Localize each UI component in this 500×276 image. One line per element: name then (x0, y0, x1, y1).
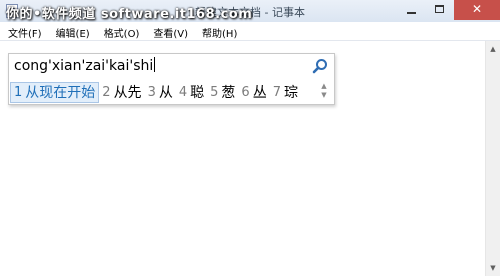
candidate-number: 6 (241, 84, 250, 100)
close-button[interactable]: ✕ (454, 0, 500, 20)
menu-help[interactable]: 帮助(H) (194, 22, 243, 40)
text-caret (154, 57, 156, 72)
menu-edit[interactable]: 编辑(E) (48, 22, 96, 40)
candidate-item[interactable]: 6丛 (238, 82, 269, 103)
ime-pinyin-input: cong'xian'zai'kai'shi (14, 57, 156, 74)
candidate-text: 从现在开始 (25, 85, 96, 101)
menu-bar: 文件(F) 编辑(E) 格式(O) 查看(V) 帮助(H) (0, 22, 500, 41)
candidate-number: 5 (210, 84, 219, 100)
candidate-text: 丛 (252, 85, 267, 101)
scroll-down-arrow-icon[interactable]: ▼ (486, 260, 500, 276)
candidate-item[interactable]: 5葱 (207, 82, 238, 103)
candidate-number: 1 (14, 84, 23, 100)
candidate-text: 琮 (283, 85, 298, 101)
maximize-button[interactable] (426, 0, 454, 20)
window-controls: ✕ (398, 0, 500, 21)
page-up-icon[interactable]: ▲ (320, 82, 328, 91)
candidate-text: 从先 (113, 85, 142, 101)
candidate-item[interactable]: 4聪 (176, 82, 207, 103)
candidate-number: 4 (178, 84, 188, 100)
notepad-window: 新建文本文档 - 记事本 你的•软件频道 software.it168.com … (0, 0, 500, 276)
watermark-text: 你的•软件频道 software.it168.com (6, 7, 253, 22)
candidate-item-selected[interactable]: 1 从现在开始 (10, 81, 100, 103)
minimize-icon (407, 12, 416, 14)
candidate-text: 聪 (190, 85, 205, 101)
title-bar[interactable]: 新建文本文档 - 记事本 你的•软件频道 software.it168.com … (0, 0, 500, 23)
candidate-item[interactable]: 7琮 (270, 82, 301, 103)
close-icon: ✕ (471, 2, 483, 16)
vertical-scrollbar[interactable]: ▲ ▼ (485, 41, 500, 276)
ime-composition-text: cong'xian'zai'kai'shi (14, 58, 154, 74)
scroll-up-arrow-icon[interactable]: ▲ (486, 41, 500, 57)
candidate-text: 从 (158, 85, 173, 101)
candidate-item[interactable]: 2 从先 (99, 82, 144, 103)
candidate-number: 2 (102, 84, 111, 100)
menu-file[interactable]: 文件(F) (0, 22, 48, 40)
menu-format[interactable]: 格式(O) (96, 22, 146, 40)
page-down-icon[interactable]: ▼ (320, 91, 328, 100)
search-icon[interactable] (312, 58, 328, 74)
ime-candidate-window: cong'xian'zai'kai'shi 1 从现在开始 2 从先 3从 4聪 5… (8, 53, 335, 105)
candidate-item[interactable]: 3从 (145, 82, 176, 103)
minimize-button[interactable] (398, 0, 426, 20)
candidate-list: 1 从现在开始 2 从先 3从 4聪 5葱 6丛 7琮 (10, 81, 301, 103)
candidate-number: 3 (147, 84, 156, 100)
maximize-icon (435, 5, 444, 13)
candidate-number: 7 (272, 84, 281, 100)
candidate-text: 葱 (221, 85, 236, 101)
candidate-page-arrows: ▲ ▼ (320, 82, 328, 102)
menu-view[interactable]: 查看(V) (145, 22, 194, 40)
